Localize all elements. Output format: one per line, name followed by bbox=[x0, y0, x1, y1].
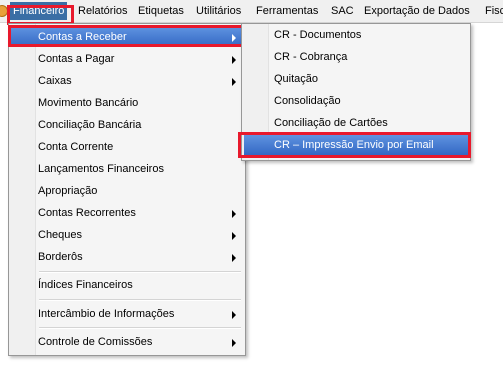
menu-item-contas-a-pagar[interactable]: Contas a Pagar bbox=[11, 49, 243, 69]
app-icon bbox=[0, 5, 8, 17]
submenu-arrow-icon bbox=[232, 78, 236, 86]
menu-item-label: Conciliação Bancária bbox=[38, 119, 142, 131]
menu-relatorios[interactable]: Relatórios bbox=[75, 2, 131, 20]
menu-item-label: Consolidação bbox=[274, 95, 341, 107]
menu-item-label: CR - Documentos bbox=[274, 29, 362, 41]
contas-a-receber-submenu: CR - Documentos CR - Cobrança Quitação C… bbox=[241, 23, 471, 161]
menu-item-label: Cheques bbox=[38, 229, 83, 241]
menu-item-label: Quitação bbox=[274, 73, 319, 85]
menu-item-lancamentos-financeiros[interactable]: Lançamentos Financeiros bbox=[11, 159, 243, 179]
menu-item-label: Borderôs bbox=[38, 251, 83, 263]
submenu-arrow-icon bbox=[232, 311, 236, 319]
menu-separator bbox=[39, 271, 241, 273]
menu-item-contas-recorrentes[interactable]: Contas Recorrentes bbox=[11, 203, 243, 223]
menu-ferramentas[interactable]: Ferramentas bbox=[253, 2, 321, 20]
submenu-item-consolidacao[interactable]: Consolidação bbox=[244, 91, 468, 111]
submenu-item-cr-documentos[interactable]: CR - Documentos bbox=[244, 25, 468, 45]
menu-item-conta-corrente[interactable]: Conta Corrente bbox=[11, 137, 243, 157]
menu-item-cheques[interactable]: Cheques bbox=[11, 225, 243, 245]
submenu-item-conciliacao-de-cartoes[interactable]: Conciliação de Cartões bbox=[244, 113, 468, 133]
menu-financeiro[interactable]: Financeiro bbox=[10, 2, 68, 20]
menu-bar: Financeiro Relatórios Etiquetas Utilitár… bbox=[0, 0, 503, 23]
menu-item-label: Caixas bbox=[38, 75, 72, 87]
menu-item-controle-de-comissoes[interactable]: Controle de Comissões bbox=[11, 332, 243, 352]
menu-item-label: Contas a Receber bbox=[38, 31, 127, 43]
submenu-arrow-icon bbox=[232, 339, 236, 347]
financeiro-menu: Contas a Receber Contas a Pagar Caixas M… bbox=[8, 23, 246, 356]
menu-item-intercambio-de-informacoes[interactable]: Intercâmbio de Informações bbox=[11, 304, 243, 324]
menu-item-label: Movimento Bancário bbox=[38, 97, 139, 109]
submenu-arrow-icon bbox=[232, 34, 236, 42]
menu-item-label: Intercâmbio de Informações bbox=[38, 308, 175, 320]
menu-sac[interactable]: SAC bbox=[328, 2, 357, 20]
menu-item-movimento-bancario[interactable]: Movimento Bancário bbox=[11, 93, 243, 113]
menu-item-label: Conta Corrente bbox=[38, 141, 114, 153]
menu-item-indices-financeiros[interactable]: Índices Financeiros bbox=[11, 275, 243, 295]
submenu-arrow-icon bbox=[232, 254, 236, 262]
menu-utilitarios[interactable]: Utilitários bbox=[193, 2, 244, 20]
submenu-item-cr-impressao-envio-por-email[interactable]: CR – Impressão Envio por Email bbox=[244, 135, 468, 155]
menu-item-borderos[interactable]: Borderôs bbox=[11, 247, 243, 267]
menu-item-label: Contas Recorrentes bbox=[38, 207, 136, 219]
menu-separator bbox=[39, 299, 241, 301]
menu-item-apropriacao[interactable]: Apropriação bbox=[11, 181, 243, 201]
menu-item-label: Índices Financeiros bbox=[38, 279, 133, 291]
menu-item-label: CR - Cobrança bbox=[274, 51, 348, 63]
menu-item-label: Controle de Comissões bbox=[38, 336, 153, 348]
menu-item-label: Apropriação bbox=[38, 185, 98, 197]
submenu-arrow-icon bbox=[232, 56, 236, 64]
submenu-item-quitacao[interactable]: Quitação bbox=[244, 69, 468, 89]
menu-item-contas-a-receber[interactable]: Contas a Receber bbox=[11, 27, 243, 47]
submenu-item-cr-cobranca[interactable]: CR - Cobrança bbox=[244, 47, 468, 67]
menu-fiscal[interactable]: Fisc bbox=[482, 2, 503, 20]
menu-exportacao-de-dados[interactable]: Exportação de Dados bbox=[361, 2, 473, 20]
submenu-arrow-icon bbox=[232, 210, 236, 218]
menu-item-label: Conciliação de Cartões bbox=[274, 117, 388, 129]
menu-separator bbox=[39, 327, 241, 329]
menu-item-label: Lançamentos Financeiros bbox=[38, 163, 164, 175]
menu-item-label: CR – Impressão Envio por Email bbox=[274, 139, 434, 151]
menu-item-caixas[interactable]: Caixas bbox=[11, 71, 243, 91]
menu-etiquetas[interactable]: Etiquetas bbox=[135, 2, 187, 20]
menu-item-label: Contas a Pagar bbox=[38, 53, 115, 65]
submenu-arrow-icon bbox=[232, 232, 236, 240]
menu-item-conciliacao-bancaria[interactable]: Conciliação Bancária bbox=[11, 115, 243, 135]
